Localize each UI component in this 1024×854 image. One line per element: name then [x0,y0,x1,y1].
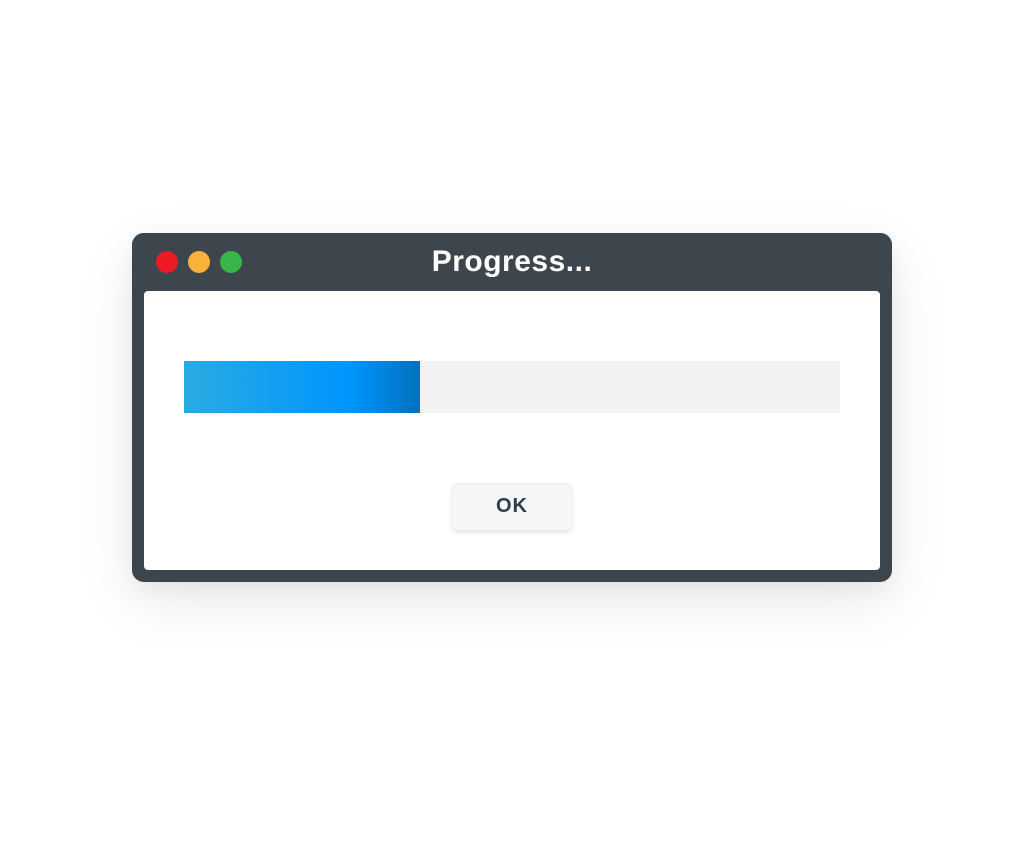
dialog-window: Progress... OK [132,233,892,582]
progress-fill [184,361,420,413]
window-title: Progress... [432,245,593,279]
window-controls [156,251,242,273]
progress-bar [184,361,840,413]
titlebar: Progress... [132,233,892,291]
close-icon[interactable] [156,251,178,273]
maximize-icon[interactable] [220,251,242,273]
dialog-content: OK [144,291,880,570]
ok-button[interactable]: OK [452,483,572,530]
minimize-icon[interactable] [188,251,210,273]
